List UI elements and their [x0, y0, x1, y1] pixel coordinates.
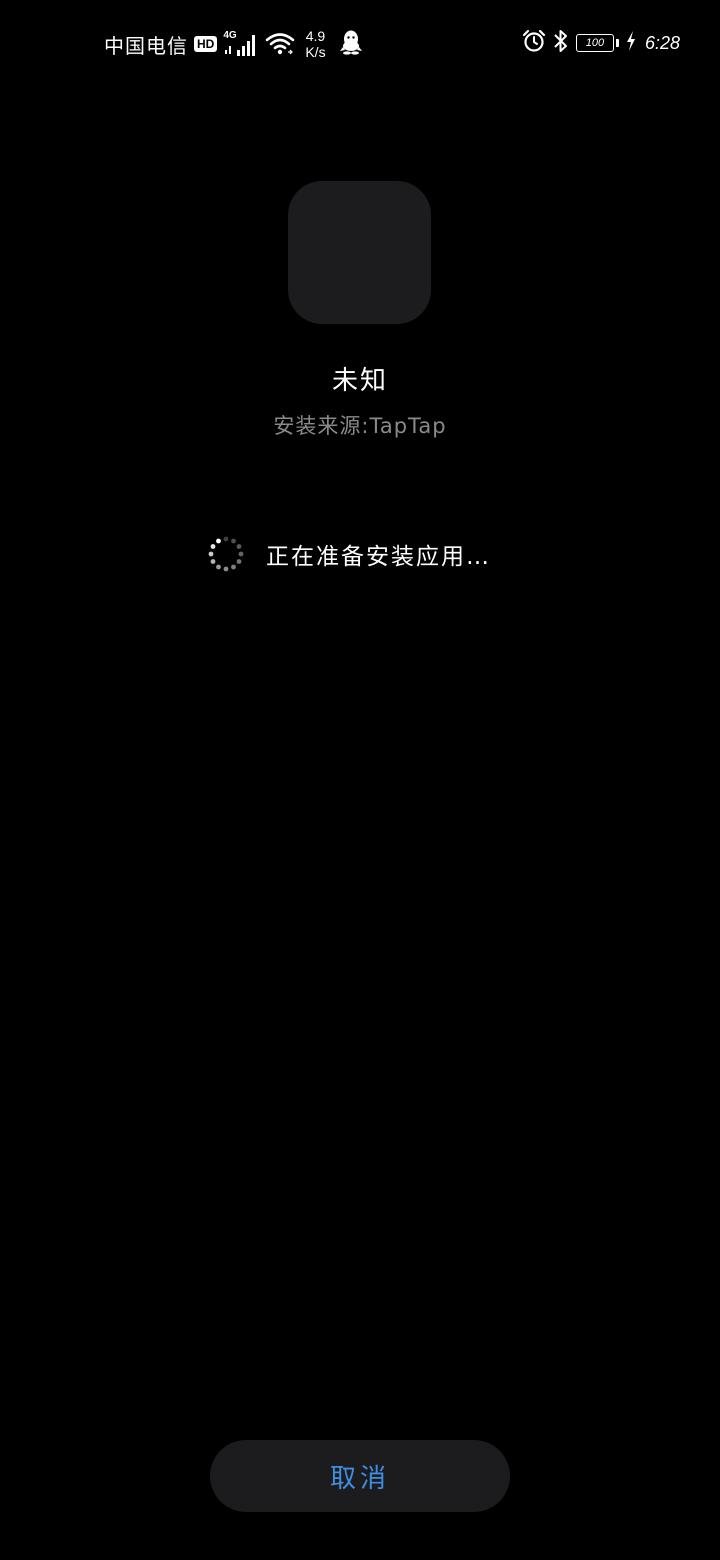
battery-level: 100	[585, 37, 605, 49]
app-icon	[288, 181, 431, 324]
app-name: 未知	[331, 366, 388, 396]
battery-tip	[615, 39, 619, 47]
status-bar-left: 中国电信 HD 4G 4.9 K/s	[104, 24, 362, 64]
status-time: 6:28	[644, 32, 680, 53]
carrier-name: 中国电信	[104, 33, 188, 58]
status-bar-right: 100 6:28	[522, 28, 680, 58]
speed-value: 4.9	[305, 28, 326, 44]
charging-icon	[625, 30, 637, 56]
alarm-icon	[522, 29, 546, 57]
bluetooth-icon	[552, 28, 570, 58]
speed-unit: K/s	[305, 44, 326, 60]
cancel-button-label: 取消	[329, 1463, 390, 1494]
battery-icon: 100	[575, 34, 614, 52]
status-bar: 中国电信 HD 4G 4.9 K/s 100 6:28	[0, 0, 720, 84]
cancel-button[interactable]: 取消	[210, 1440, 510, 1512]
network-speed: 4.9 K/s	[305, 28, 325, 60]
loading-spinner-icon	[208, 536, 244, 572]
signal-icon: 4G	[223, 30, 259, 58]
install-progress: 正在准备安装应用…	[206, 534, 491, 574]
qq-icon	[339, 29, 362, 59]
wifi-icon	[265, 31, 295, 57]
install-source: 安装来源:TapTap	[273, 414, 447, 438]
progress-text: 正在准备安装应用…	[266, 544, 491, 570]
hd-icon: HD	[194, 36, 218, 52]
